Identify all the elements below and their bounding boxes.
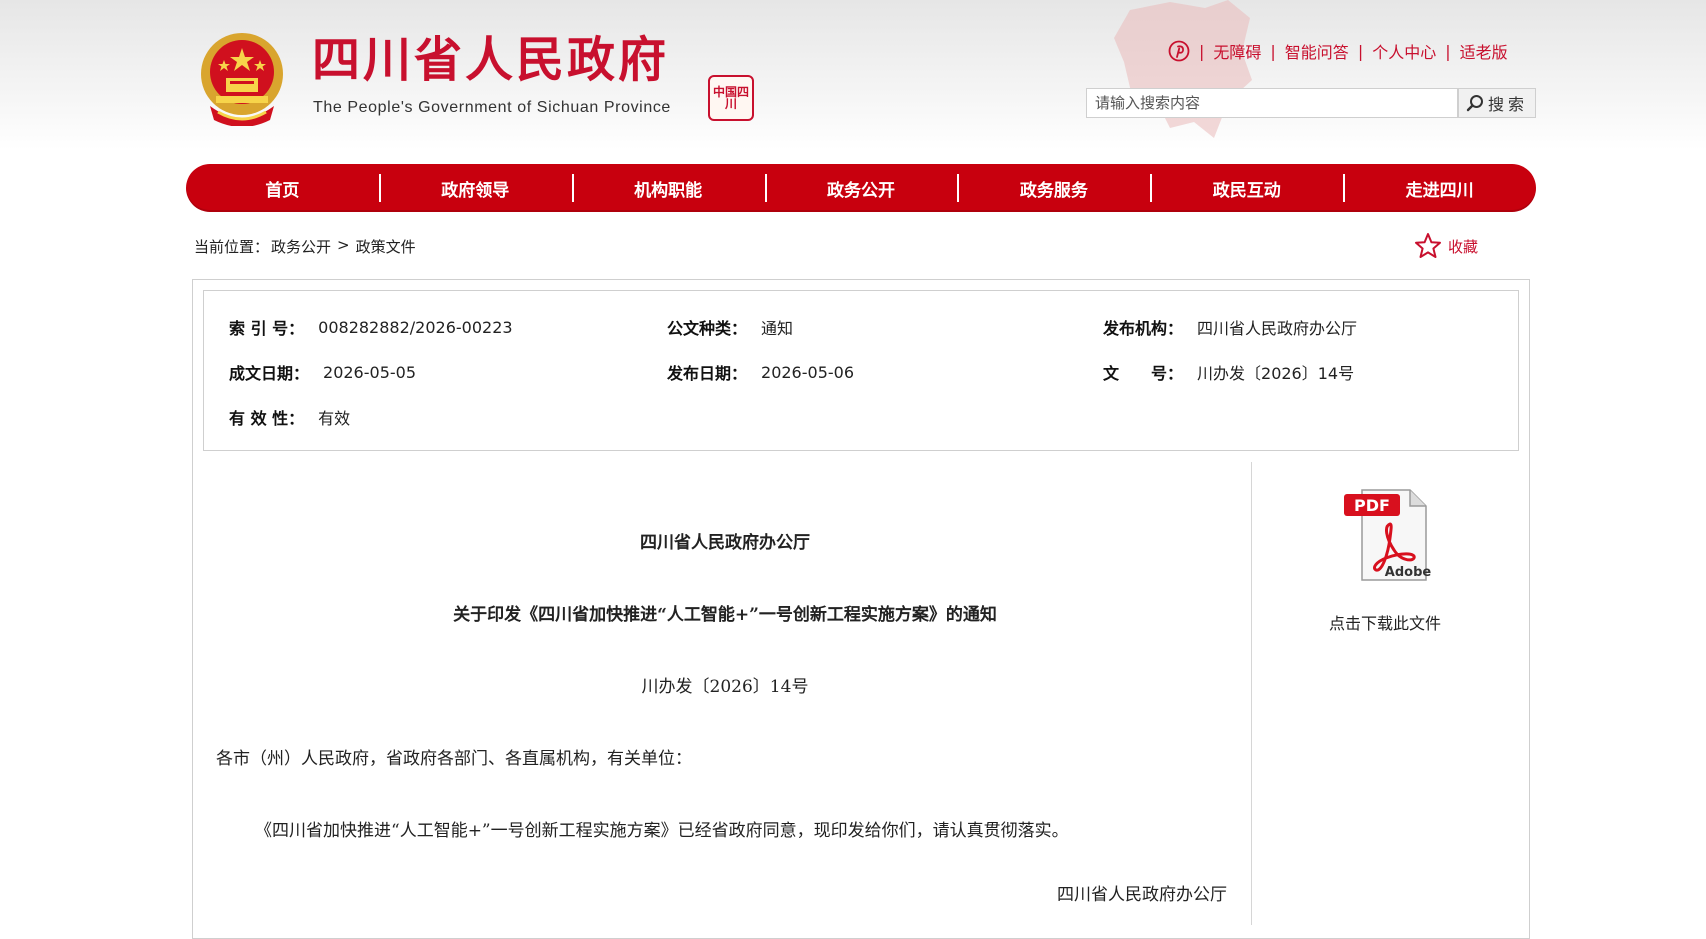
meta-type-value: 通知 — [761, 319, 794, 338]
document-signature: 四川省人民政府办公厅 — [1057, 885, 1227, 905]
link-separator: | — [1199, 41, 1205, 61]
site-title: 四川省人民政府 — [312, 32, 670, 88]
meta-created-value: 2026-05-05 — [323, 362, 416, 382]
search-icon — [1466, 95, 1483, 112]
search-input[interactable] — [1087, 89, 1459, 117]
star-icon — [1415, 233, 1441, 258]
search-button[interactable]: 搜索 — [1458, 88, 1536, 118]
site-subtitle: The People's Government of Sichuan Provi… — [313, 99, 671, 116]
meta-validity: 有 效 性： 有效 — [229, 405, 350, 429]
breadcrumb-item-affairs-open[interactable]: 政务公开 — [271, 236, 331, 257]
pinterest-icon[interactable] — [1168, 40, 1190, 62]
document-salutation: 各市（州）人民政府，省政府各部门、各直属机构，有关单位： — [216, 749, 692, 769]
favorite-button[interactable]: 收藏 — [1414, 232, 1478, 260]
top-links: | 无障碍 | 智能问答 | 个人中心 | 适老版 — [1168, 40, 1508, 62]
meta-index-label: 索 引 号： — [229, 319, 305, 338]
link-separator: | — [1270, 41, 1276, 61]
meta-published-label: 发布日期： — [667, 364, 748, 383]
breadcrumb-separator: > — [337, 236, 350, 254]
document-meta-box: 索 引 号： 008282882/2026-00223 公文种类： 通知 发布机… — [203, 290, 1519, 451]
document-issuer: 四川省人民政府办公厅 — [640, 533, 810, 553]
smart-qa-link[interactable]: 智能问答 — [1285, 39, 1349, 63]
document-paragraph: 《四川省加快推进“人工智能+”一号创新工程实施方案》已经省政府同意，现印发给你们… — [255, 821, 1069, 841]
meta-validity-value: 有效 — [318, 409, 351, 428]
nav-item-functions[interactable]: 机构职能 — [571, 164, 765, 212]
nav-item-interaction[interactable]: 政民互动 — [1150, 164, 1343, 212]
adobe-label: Adobe — [1385, 565, 1432, 580]
link-separator: | — [1357, 41, 1364, 61]
meta-type-label: 公文种类： — [667, 319, 748, 338]
meta-row: 有 效 性： 有效 — [204, 405, 1520, 429]
nav-item-leaders[interactable]: 政府领导 — [378, 164, 572, 212]
breadcrumb-prefix: 当前位置： — [194, 238, 270, 256]
download-area: PDF Adobe 点击下载此文件 — [1300, 488, 1470, 634]
elderly-mode-link[interactable]: 适老版 — [1460, 39, 1508, 63]
national-emblem-icon — [201, 33, 283, 126]
sichuan-map-decoration — [1114, 0, 1252, 138]
meta-org-value: 四川省人民政府办公厅 — [1197, 319, 1358, 338]
china-sichuan-seal-logo: 中国四川 — [708, 75, 754, 121]
meta-row: 索 引 号： 008282882/2026-00223 公文种类： 通知 发布机… — [204, 315, 1520, 339]
favorite-label: 收藏 — [1448, 237, 1479, 256]
meta-published: 发布日期： 2026-05-06 — [667, 360, 854, 384]
personal-center-link[interactable]: 个人中心 — [1372, 39, 1436, 63]
nav-item-services[interactable]: 政务服务 — [957, 164, 1150, 212]
link-separator: | — [1445, 41, 1451, 61]
breadcrumb: 当前位置： 政务公开 > 政策文件 — [194, 236, 416, 257]
breadcrumb-item-policy-docs[interactable]: 政策文件 — [356, 236, 416, 257]
nav-item-about-sichuan[interactable]: 走进四川 — [1343, 164, 1536, 212]
meta-index-value: 008282882/2026-00223 — [318, 317, 513, 337]
meta-docno: 文 号： 川办发〔2026〕14号 — [1103, 360, 1354, 384]
meta-published-value: 2026-05-06 — [761, 362, 854, 382]
meta-created: 成文日期： 2026-05-05 — [229, 360, 416, 384]
document-title: 关于印发《四川省加快推进“人工智能+”一号创新工程实施方案》的通知 — [453, 605, 997, 625]
search-button-label: 搜索 — [1487, 95, 1528, 114]
nav-item-affairs-open[interactable]: 政务公开 — [764, 164, 958, 212]
content-divider — [1251, 462, 1252, 925]
pdf-badge: PDF — [1354, 496, 1390, 515]
meta-validity-label: 有 效 性： — [229, 409, 305, 428]
meta-index: 索 引 号： 008282882/2026-00223 — [229, 315, 513, 339]
search-box — [1086, 88, 1459, 118]
meta-org: 发布机构： 四川省人民政府办公厅 — [1103, 315, 1357, 339]
pdf-file-icon[interactable]: PDF Adobe — [1338, 488, 1432, 582]
nav-item-home[interactable]: 首页 — [186, 164, 379, 212]
document-number: 川办发〔2026〕14号 — [641, 677, 809, 697]
accessibility-link[interactable]: 无障碍 — [1213, 39, 1261, 63]
meta-docno-label: 文 号： — [1103, 364, 1184, 383]
meta-row: 成文日期： 2026-05-05 发布日期： 2026-05-06 文 号： 川… — [204, 360, 1520, 384]
main-navbar: 首页 政府领导 机构职能 政务公开 政务服务 政民互动 走进四川 — [186, 164, 1536, 212]
download-file-link[interactable]: 点击下载此文件 — [1300, 610, 1470, 634]
meta-type: 公文种类： 通知 — [667, 315, 793, 339]
meta-created-label: 成文日期： — [229, 364, 310, 383]
meta-org-label: 发布机构： — [1103, 319, 1184, 338]
meta-docno-value: 川办发〔2026〕14号 — [1197, 364, 1355, 383]
